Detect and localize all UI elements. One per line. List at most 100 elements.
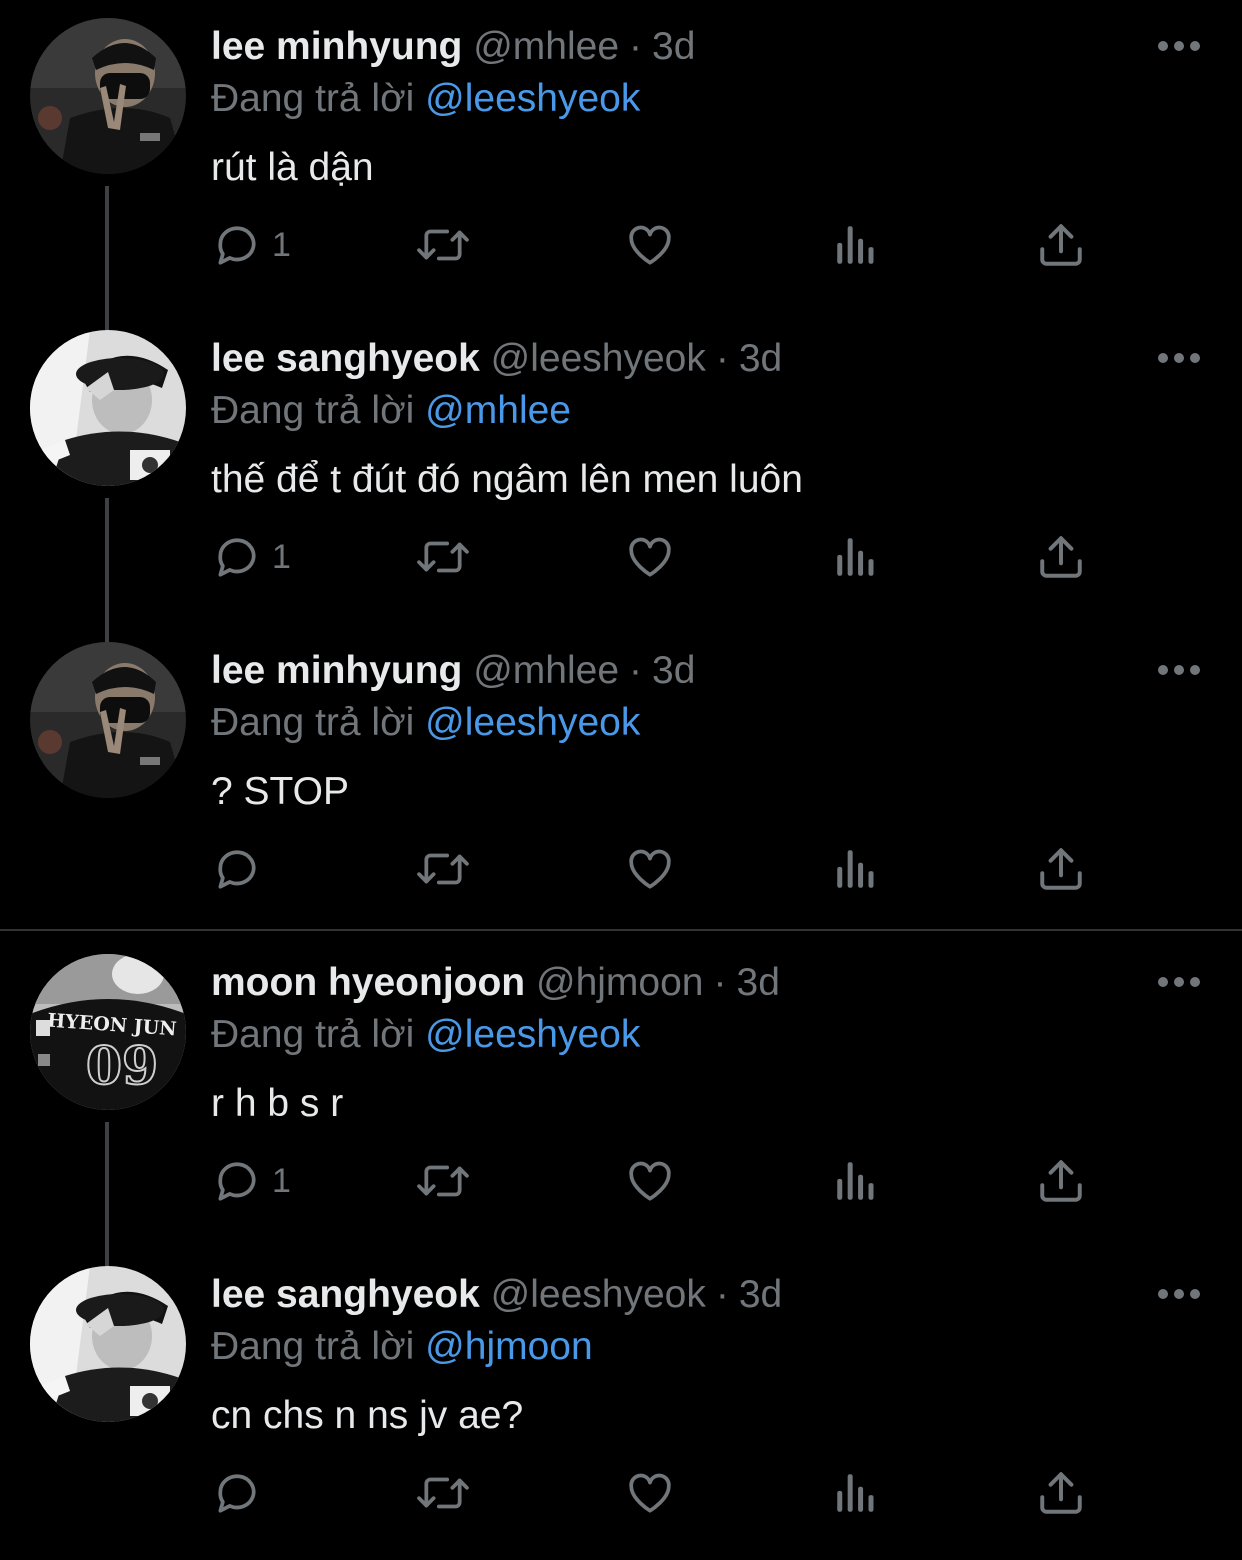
tweet[interactable]: lee sanghyeok @leeshyeok · 3d Đang trả lời… [0, 1248, 1242, 1560]
like-icon [624, 1156, 676, 1206]
mention-link[interactable]: @leeshyeok [425, 701, 640, 744]
replying-to: Đang trả lời @leeshyeok [211, 700, 640, 746]
retweet-button[interactable] [415, 210, 471, 280]
more-icon[interactable] [1156, 1282, 1202, 1306]
views-button[interactable] [834, 834, 878, 904]
avatar[interactable] [30, 642, 186, 798]
views-icon [834, 532, 878, 582]
timestamp[interactable]: 3d [737, 961, 780, 1004]
more-icon[interactable] [1156, 658, 1202, 682]
reply-button[interactable]: 1 [212, 522, 291, 592]
like-button[interactable] [624, 522, 676, 592]
mention-link[interactable]: @hjmoon [425, 1325, 593, 1368]
tweet-text: ? STOP [211, 770, 350, 813]
author-name[interactable]: lee sanghyeok [211, 337, 480, 380]
reply-count: 1 [272, 225, 291, 264]
author-handle[interactable]: @mhlee [473, 649, 619, 692]
reply-icon [212, 532, 262, 582]
reply-button[interactable]: 1 [212, 210, 291, 280]
avatar[interactable]: HYEON JUN 09 [30, 954, 186, 1110]
separator-dot: · [713, 961, 727, 1004]
tweet-header: lee sanghyeok @leeshyeok · 3d [211, 1272, 782, 1318]
separator-dot: · [715, 1273, 729, 1316]
reply-icon [212, 1468, 262, 1518]
timestamp[interactable]: 3d [739, 337, 782, 380]
like-icon [624, 532, 676, 582]
like-icon [624, 1468, 676, 1518]
replying-label: Đang trả lời [211, 1013, 415, 1056]
views-icon [834, 1468, 878, 1518]
retweet-button[interactable] [415, 1146, 471, 1216]
timestamp[interactable]: 3d [652, 25, 695, 68]
author-handle[interactable]: @hjmoon [536, 961, 704, 1004]
retweet-icon [415, 220, 471, 270]
retweet-button[interactable] [415, 1458, 471, 1528]
retweet-icon [415, 532, 471, 582]
share-button[interactable] [1038, 834, 1084, 904]
author-handle[interactable]: @leeshyeok [491, 1273, 706, 1316]
retweet-icon [415, 1468, 471, 1518]
reply-button[interactable]: 1 [212, 1146, 291, 1216]
like-button[interactable] [624, 1146, 676, 1216]
mention-link[interactable]: @mhlee [425, 389, 571, 432]
author-name[interactable]: lee sanghyeok [211, 1273, 480, 1316]
replying-label: Đang trả lời [211, 389, 415, 432]
action-bar: 1 [0, 522, 1242, 592]
like-icon [624, 844, 676, 894]
author-name[interactable]: lee minhyung [211, 25, 462, 68]
share-button[interactable] [1038, 1458, 1084, 1528]
author-name[interactable]: lee minhyung [211, 649, 462, 692]
replying-to: Đang trả lời @leeshyeok [211, 1012, 640, 1058]
like-icon [624, 220, 676, 270]
like-button[interactable] [624, 1458, 676, 1528]
like-button[interactable] [624, 210, 676, 280]
tweet[interactable]: HYEON JUN 09 moon hyeonjoon @hjmoon · 3d Đ… [0, 936, 1242, 1248]
action-bar: 1 [0, 1146, 1242, 1216]
tweet[interactable]: lee minhyung @mhlee · 3d Đang trả lời @lee… [0, 0, 1242, 312]
share-icon [1038, 844, 1084, 894]
tweet-header: lee minhyung @mhlee · 3d [211, 648, 695, 694]
timestamp[interactable]: 3d [739, 1273, 782, 1316]
mention-link[interactable]: @leeshyeok [425, 77, 640, 120]
share-icon [1038, 220, 1084, 270]
replying-to: Đang trả lời @mhlee [211, 388, 571, 434]
timestamp[interactable]: 3d [652, 649, 695, 692]
views-button[interactable] [834, 1146, 878, 1216]
avatar[interactable] [30, 330, 186, 486]
more-icon[interactable] [1156, 346, 1202, 370]
separator-dot: · [715, 337, 729, 380]
author-name[interactable]: moon hyeonjoon [211, 961, 525, 1004]
retweet-icon [415, 844, 471, 894]
replying-label: Đang trả lời [211, 701, 415, 744]
retweet-button[interactable] [415, 834, 471, 904]
author-handle[interactable]: @leeshyeok [491, 337, 706, 380]
tweet-text: r h b s r [211, 1082, 344, 1125]
reply-icon [212, 220, 262, 270]
author-handle[interactable]: @mhlee [473, 25, 619, 68]
replying-to: Đang trả lời @hjmoon [211, 1324, 593, 1370]
reply-button[interactable] [212, 834, 262, 904]
share-button[interactable] [1038, 522, 1084, 592]
tweet[interactable]: lee sanghyeok @leeshyeok · 3d Đang trả lời… [0, 312, 1242, 624]
avatar[interactable] [30, 18, 186, 174]
share-button[interactable] [1038, 210, 1084, 280]
tweet-header: moon hyeonjoon @hjmoon · 3d [211, 960, 780, 1006]
share-button[interactable] [1038, 1146, 1084, 1216]
views-button[interactable] [834, 522, 878, 592]
views-button[interactable] [834, 1458, 878, 1528]
tweet[interactable]: lee minhyung @mhlee · 3d Đang trả lời @lee… [0, 624, 1242, 936]
like-button[interactable] [624, 834, 676, 904]
more-icon[interactable] [1156, 34, 1202, 58]
action-bar: 1 [0, 210, 1242, 280]
reply-button[interactable] [212, 1458, 262, 1528]
views-icon [834, 844, 878, 894]
share-icon [1038, 1468, 1084, 1518]
retweet-button[interactable] [415, 522, 471, 592]
views-button[interactable] [834, 210, 878, 280]
share-icon [1038, 1156, 1084, 1206]
views-icon [834, 1156, 878, 1206]
mention-link[interactable]: @leeshyeok [425, 1013, 640, 1056]
more-icon[interactable] [1156, 970, 1202, 994]
avatar[interactable] [30, 1266, 186, 1422]
views-icon [834, 220, 878, 270]
